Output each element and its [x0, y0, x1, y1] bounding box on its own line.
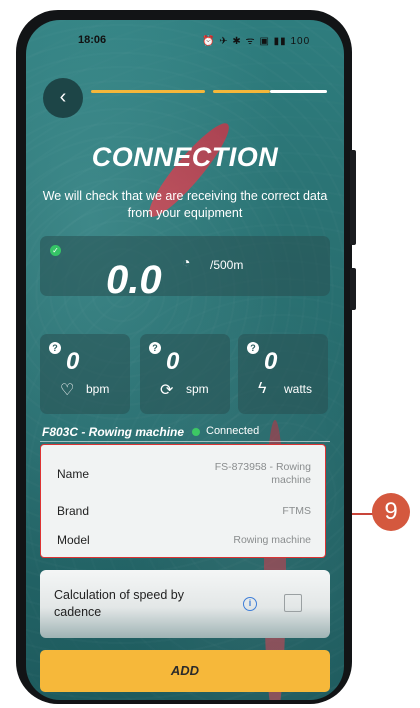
heart-icon: ♡: [60, 382, 75, 399]
power-button: [350, 268, 356, 310]
calc-label: Calculation of speed by cadence: [54, 588, 184, 619]
question-icon[interactable]: ?: [247, 342, 259, 354]
question-icon[interactable]: ?: [149, 342, 161, 354]
check-icon: ✓: [50, 245, 61, 256]
metric-value: 0: [264, 348, 278, 375]
connected-dot-icon: [192, 428, 200, 436]
device-info-panel: Name FS-873958 - Rowing machine Brand FT…: [40, 444, 326, 558]
status-icons: ⏰ ✈ ✱ ᯤ ▣ ▮▮ 100: [202, 36, 311, 47]
speed-value: 0.0: [106, 258, 162, 302]
page-subtitle: We will check that we are receiving the …: [42, 189, 328, 220]
info-row-model: Model Rowing machine: [41, 530, 325, 556]
progress-step-1: [91, 90, 205, 93]
device-name: F803C - Rowing machine: [42, 425, 185, 439]
metric-value: 0: [66, 348, 80, 375]
metric-card-watts: ? 0 ϟ watts: [238, 334, 328, 414]
info-row-name: Name FS-873958 - Rowing machine: [41, 461, 325, 487]
speed-unit: /500m: [210, 258, 244, 272]
calc-checkbox[interactable]: [284, 594, 302, 612]
metric-card-spm: ? 0 ⟳ spm: [140, 334, 230, 414]
annotation-callout: 9: [372, 493, 410, 531]
brand-value: FTMS: [282, 505, 311, 517]
name-value: FS-873958 - Rowing machine: [214, 461, 311, 486]
model-value: Rowing machine: [233, 534, 311, 546]
device-row: F803C - Rowing machine Connected: [40, 422, 330, 442]
speed-calculation-option: Calculation of speed by cadence i: [40, 570, 330, 638]
metric-unit: spm: [186, 382, 209, 396]
metric-unit: bpm: [86, 382, 110, 396]
name-label: Name: [57, 467, 90, 481]
refresh-icon: ⟳: [160, 382, 174, 399]
chevron-left-icon: ‹: [59, 86, 67, 108]
back-button[interactable]: ‹: [43, 78, 83, 118]
volume-button: [350, 150, 356, 245]
add-button[interactable]: ADD: [40, 650, 330, 692]
status-time: 18:06: [78, 34, 107, 46]
connection-status: Connected: [206, 425, 260, 437]
model-label: Model: [57, 533, 90, 547]
lightning-icon: ϟ: [258, 380, 267, 397]
info-row-brand: Brand FTMS: [41, 501, 325, 527]
metric-value: 0: [166, 348, 180, 375]
question-icon[interactable]: ?: [49, 342, 61, 354]
brand-label: Brand: [57, 504, 90, 518]
speed-card: ✓ 0.0 ◔ /500m: [40, 236, 330, 302]
gauge-icon: ◔: [182, 254, 191, 270]
metric-card-bpm: ? 0 ♡ bpm: [40, 334, 130, 414]
metric-unit: watts: [284, 382, 313, 396]
callout-line: [352, 513, 374, 515]
progress-step-2: [213, 90, 270, 93]
app-screen: 18:06 ⏰ ✈ ✱ ᯤ ▣ ▮▮ 100 ‹ CONNECTION We w…: [26, 20, 344, 700]
progress-step-remaining: [270, 90, 327, 93]
info-icon[interactable]: i: [243, 597, 257, 611]
status-bar: 18:06 ⏰ ✈ ✱ ᯤ ▣ ▮▮ 100: [26, 20, 344, 60]
page-title: CONNECTION: [91, 142, 279, 172]
